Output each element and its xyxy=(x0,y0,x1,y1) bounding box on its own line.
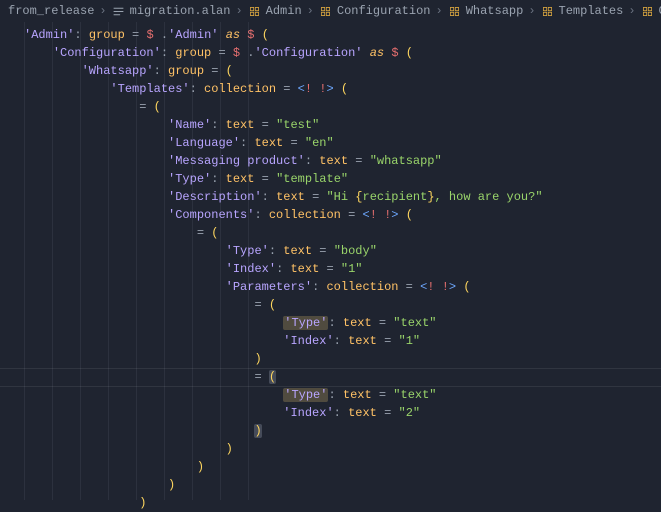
breadcrumb-label: migration.alan xyxy=(130,4,231,18)
breadcrumb: from_release › migration.alan › Admin › Config… xyxy=(0,0,661,22)
breadcrumb-item[interactable]: Components xyxy=(641,4,661,18)
breadcrumb-label: from_release xyxy=(8,4,94,18)
chevron-right-icon: › xyxy=(235,4,242,18)
breadcrumb-item[interactable]: Admin xyxy=(248,4,302,18)
code-body: 'Admin': group = $ .'Admin' as $ ( 'Conf… xyxy=(24,26,661,512)
struct-icon xyxy=(248,4,262,18)
breadcrumb-label: Whatsapp xyxy=(466,4,524,18)
code-editor[interactable]: 'Admin': group = $ .'Admin' as $ ( 'Conf… xyxy=(0,22,661,500)
breadcrumb-item[interactable]: Configuration xyxy=(319,4,431,18)
breadcrumb-item[interactable]: from_release xyxy=(8,4,94,18)
chevron-right-icon: › xyxy=(628,4,635,18)
struct-icon xyxy=(448,4,462,18)
struct-icon xyxy=(541,4,555,18)
breadcrumb-item[interactable]: Whatsapp xyxy=(448,4,524,18)
breadcrumb-label: Configuration xyxy=(337,4,431,18)
breadcrumb-label: Templates xyxy=(559,4,624,18)
struct-icon xyxy=(641,4,655,18)
breadcrumb-label: Admin xyxy=(266,4,302,18)
chevron-right-icon: › xyxy=(528,4,535,18)
chevron-right-icon: › xyxy=(99,4,106,18)
file-icon xyxy=(112,4,126,18)
chevron-right-icon: › xyxy=(436,4,443,18)
breadcrumb-item[interactable]: migration.alan xyxy=(112,4,231,18)
chevron-right-icon: › xyxy=(307,4,314,18)
struct-icon xyxy=(319,4,333,18)
breadcrumb-item[interactable]: Templates xyxy=(541,4,624,18)
